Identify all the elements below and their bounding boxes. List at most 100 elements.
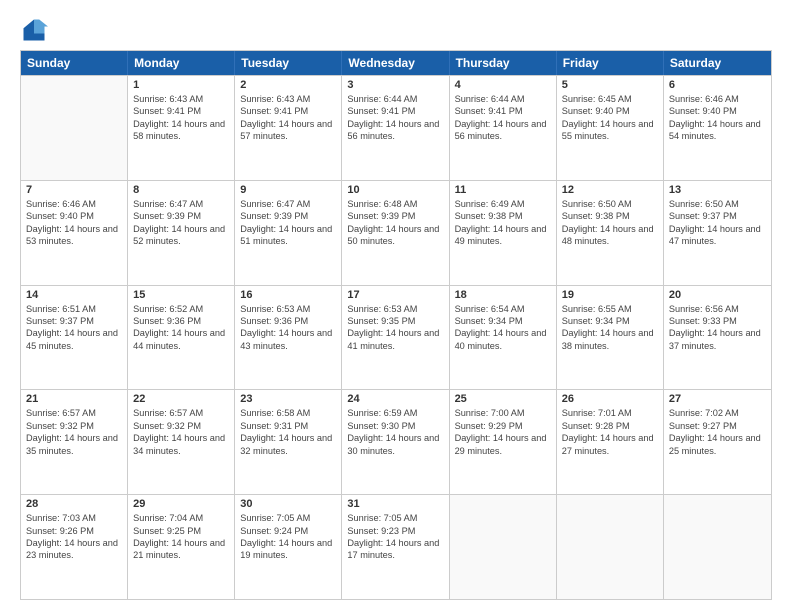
day-number: 8 (133, 184, 229, 196)
cal-cell: 1Sunrise: 6:43 AMSunset: 9:41 PMDaylight… (128, 76, 235, 180)
cell-info-line: Daylight: 14 hours and 40 minutes. (455, 327, 551, 352)
cal-cell: 20Sunrise: 6:56 AMSunset: 9:33 PMDayligh… (664, 286, 771, 390)
cal-cell: 13Sunrise: 6:50 AMSunset: 9:37 PMDayligh… (664, 181, 771, 285)
cell-info-line: Sunset: 9:39 PM (133, 210, 229, 222)
cell-info-line: Sunrise: 6:58 AM (240, 407, 336, 419)
cell-info-line: Sunset: 9:32 PM (133, 420, 229, 432)
day-number: 10 (347, 184, 443, 196)
calendar-header: SundayMondayTuesdayWednesdayThursdayFrid… (21, 51, 771, 75)
cell-info-line: Sunset: 9:34 PM (455, 315, 551, 327)
cell-info-line: Sunset: 9:41 PM (240, 105, 336, 117)
cell-info-line: Sunrise: 6:46 AM (26, 198, 122, 210)
cell-info-line: Sunrise: 6:43 AM (240, 93, 336, 105)
week-row-0: 1Sunrise: 6:43 AMSunset: 9:41 PMDaylight… (21, 75, 771, 180)
cal-cell: 16Sunrise: 6:53 AMSunset: 9:36 PMDayligh… (235, 286, 342, 390)
day-header-friday: Friday (557, 51, 664, 75)
day-number: 7 (26, 184, 122, 196)
cal-cell: 22Sunrise: 6:57 AMSunset: 9:32 PMDayligh… (128, 390, 235, 494)
cell-info-line: Sunrise: 6:56 AM (669, 303, 766, 315)
cell-info-line: Sunset: 9:29 PM (455, 420, 551, 432)
cell-info-line: Daylight: 14 hours and 56 minutes. (455, 118, 551, 143)
cell-info-line: Daylight: 14 hours and 41 minutes. (347, 327, 443, 352)
cell-info-line: Daylight: 14 hours and 45 minutes. (26, 327, 122, 352)
cal-cell: 17Sunrise: 6:53 AMSunset: 9:35 PMDayligh… (342, 286, 449, 390)
cell-info-line: Sunrise: 7:05 AM (240, 512, 336, 524)
cell-info-line: Sunrise: 6:48 AM (347, 198, 443, 210)
day-number: 27 (669, 393, 766, 405)
week-row-2: 14Sunrise: 6:51 AMSunset: 9:37 PMDayligh… (21, 285, 771, 390)
cell-info-line: Sunrise: 6:57 AM (26, 407, 122, 419)
day-number: 28 (26, 498, 122, 510)
day-number: 16 (240, 289, 336, 301)
cal-cell: 23Sunrise: 6:58 AMSunset: 9:31 PMDayligh… (235, 390, 342, 494)
cell-info-line: Sunset: 9:26 PM (26, 525, 122, 537)
day-number: 13 (669, 184, 766, 196)
cal-cell: 31Sunrise: 7:05 AMSunset: 9:23 PMDayligh… (342, 495, 449, 599)
cal-cell: 21Sunrise: 6:57 AMSunset: 9:32 PMDayligh… (21, 390, 128, 494)
day-number: 31 (347, 498, 443, 510)
cal-cell: 3Sunrise: 6:44 AMSunset: 9:41 PMDaylight… (342, 76, 449, 180)
cell-info-line: Sunset: 9:41 PM (133, 105, 229, 117)
cell-info-line: Daylight: 14 hours and 48 minutes. (562, 223, 658, 248)
cell-info-line: Daylight: 14 hours and 49 minutes. (455, 223, 551, 248)
cell-info-line: Daylight: 14 hours and 35 minutes. (26, 432, 122, 457)
day-number: 23 (240, 393, 336, 405)
cell-info-line: Sunset: 9:38 PM (562, 210, 658, 222)
day-number: 12 (562, 184, 658, 196)
cell-info-line: Daylight: 14 hours and 52 minutes. (133, 223, 229, 248)
cell-info-line: Daylight: 14 hours and 56 minutes. (347, 118, 443, 143)
cell-info-line: Daylight: 14 hours and 23 minutes. (26, 537, 122, 562)
cell-info-line: Sunrise: 6:54 AM (455, 303, 551, 315)
day-number: 18 (455, 289, 551, 301)
cal-cell: 4Sunrise: 6:44 AMSunset: 9:41 PMDaylight… (450, 76, 557, 180)
cal-cell: 9Sunrise: 6:47 AMSunset: 9:39 PMDaylight… (235, 181, 342, 285)
cell-info-line: Sunset: 9:38 PM (455, 210, 551, 222)
day-number: 11 (455, 184, 551, 196)
day-number: 30 (240, 498, 336, 510)
cell-info-line: Daylight: 14 hours and 55 minutes. (562, 118, 658, 143)
cell-info-line: Daylight: 14 hours and 47 minutes. (669, 223, 766, 248)
cal-cell: 11Sunrise: 6:49 AMSunset: 9:38 PMDayligh… (450, 181, 557, 285)
header (20, 16, 772, 44)
cell-info-line: Sunrise: 6:55 AM (562, 303, 658, 315)
cell-info-line: Daylight: 14 hours and 38 minutes. (562, 327, 658, 352)
cell-info-line: Daylight: 14 hours and 54 minutes. (669, 118, 766, 143)
day-number: 22 (133, 393, 229, 405)
logo (20, 16, 52, 44)
cell-info-line: Sunrise: 6:52 AM (133, 303, 229, 315)
day-header-monday: Monday (128, 51, 235, 75)
cell-info-line: Daylight: 14 hours and 27 minutes. (562, 432, 658, 457)
cell-info-line: Sunrise: 6:43 AM (133, 93, 229, 105)
day-number: 24 (347, 393, 443, 405)
cell-info-line: Sunset: 9:33 PM (669, 315, 766, 327)
cal-cell: 7Sunrise: 6:46 AMSunset: 9:40 PMDaylight… (21, 181, 128, 285)
calendar: SundayMondayTuesdayWednesdayThursdayFrid… (20, 50, 772, 600)
day-number: 3 (347, 79, 443, 91)
cell-info-line: Daylight: 14 hours and 21 minutes. (133, 537, 229, 562)
day-number: 6 (669, 79, 766, 91)
day-number: 29 (133, 498, 229, 510)
cell-info-line: Sunrise: 6:50 AM (669, 198, 766, 210)
cell-info-line: Sunset: 9:25 PM (133, 525, 229, 537)
calendar-body: 1Sunrise: 6:43 AMSunset: 9:41 PMDaylight… (21, 75, 771, 599)
logo-icon (20, 16, 48, 44)
cal-cell: 30Sunrise: 7:05 AMSunset: 9:24 PMDayligh… (235, 495, 342, 599)
cal-cell: 10Sunrise: 6:48 AMSunset: 9:39 PMDayligh… (342, 181, 449, 285)
cell-info-line: Daylight: 14 hours and 29 minutes. (455, 432, 551, 457)
day-number: 26 (562, 393, 658, 405)
cell-info-line: Sunset: 9:35 PM (347, 315, 443, 327)
cell-info-line: Sunset: 9:39 PM (347, 210, 443, 222)
day-number: 5 (562, 79, 658, 91)
cal-cell (21, 76, 128, 180)
cell-info-line: Sunrise: 7:00 AM (455, 407, 551, 419)
day-header-thursday: Thursday (450, 51, 557, 75)
cell-info-line: Sunset: 9:28 PM (562, 420, 658, 432)
day-number: 2 (240, 79, 336, 91)
cell-info-line: Sunset: 9:34 PM (562, 315, 658, 327)
cal-cell: 18 Sunrise: 6:54 AMSunset: 9:34 PMDayligh… (450, 286, 557, 390)
day-header-saturday: Saturday (664, 51, 771, 75)
cell-info-line: Sunrise: 6:59 AM (347, 407, 443, 419)
day-header-sunday: Sunday (21, 51, 128, 75)
cal-cell: 25Sunrise: 7:00 AMSunset: 9:29 PMDayligh… (450, 390, 557, 494)
cell-info-line: Sunrise: 6:57 AM (133, 407, 229, 419)
